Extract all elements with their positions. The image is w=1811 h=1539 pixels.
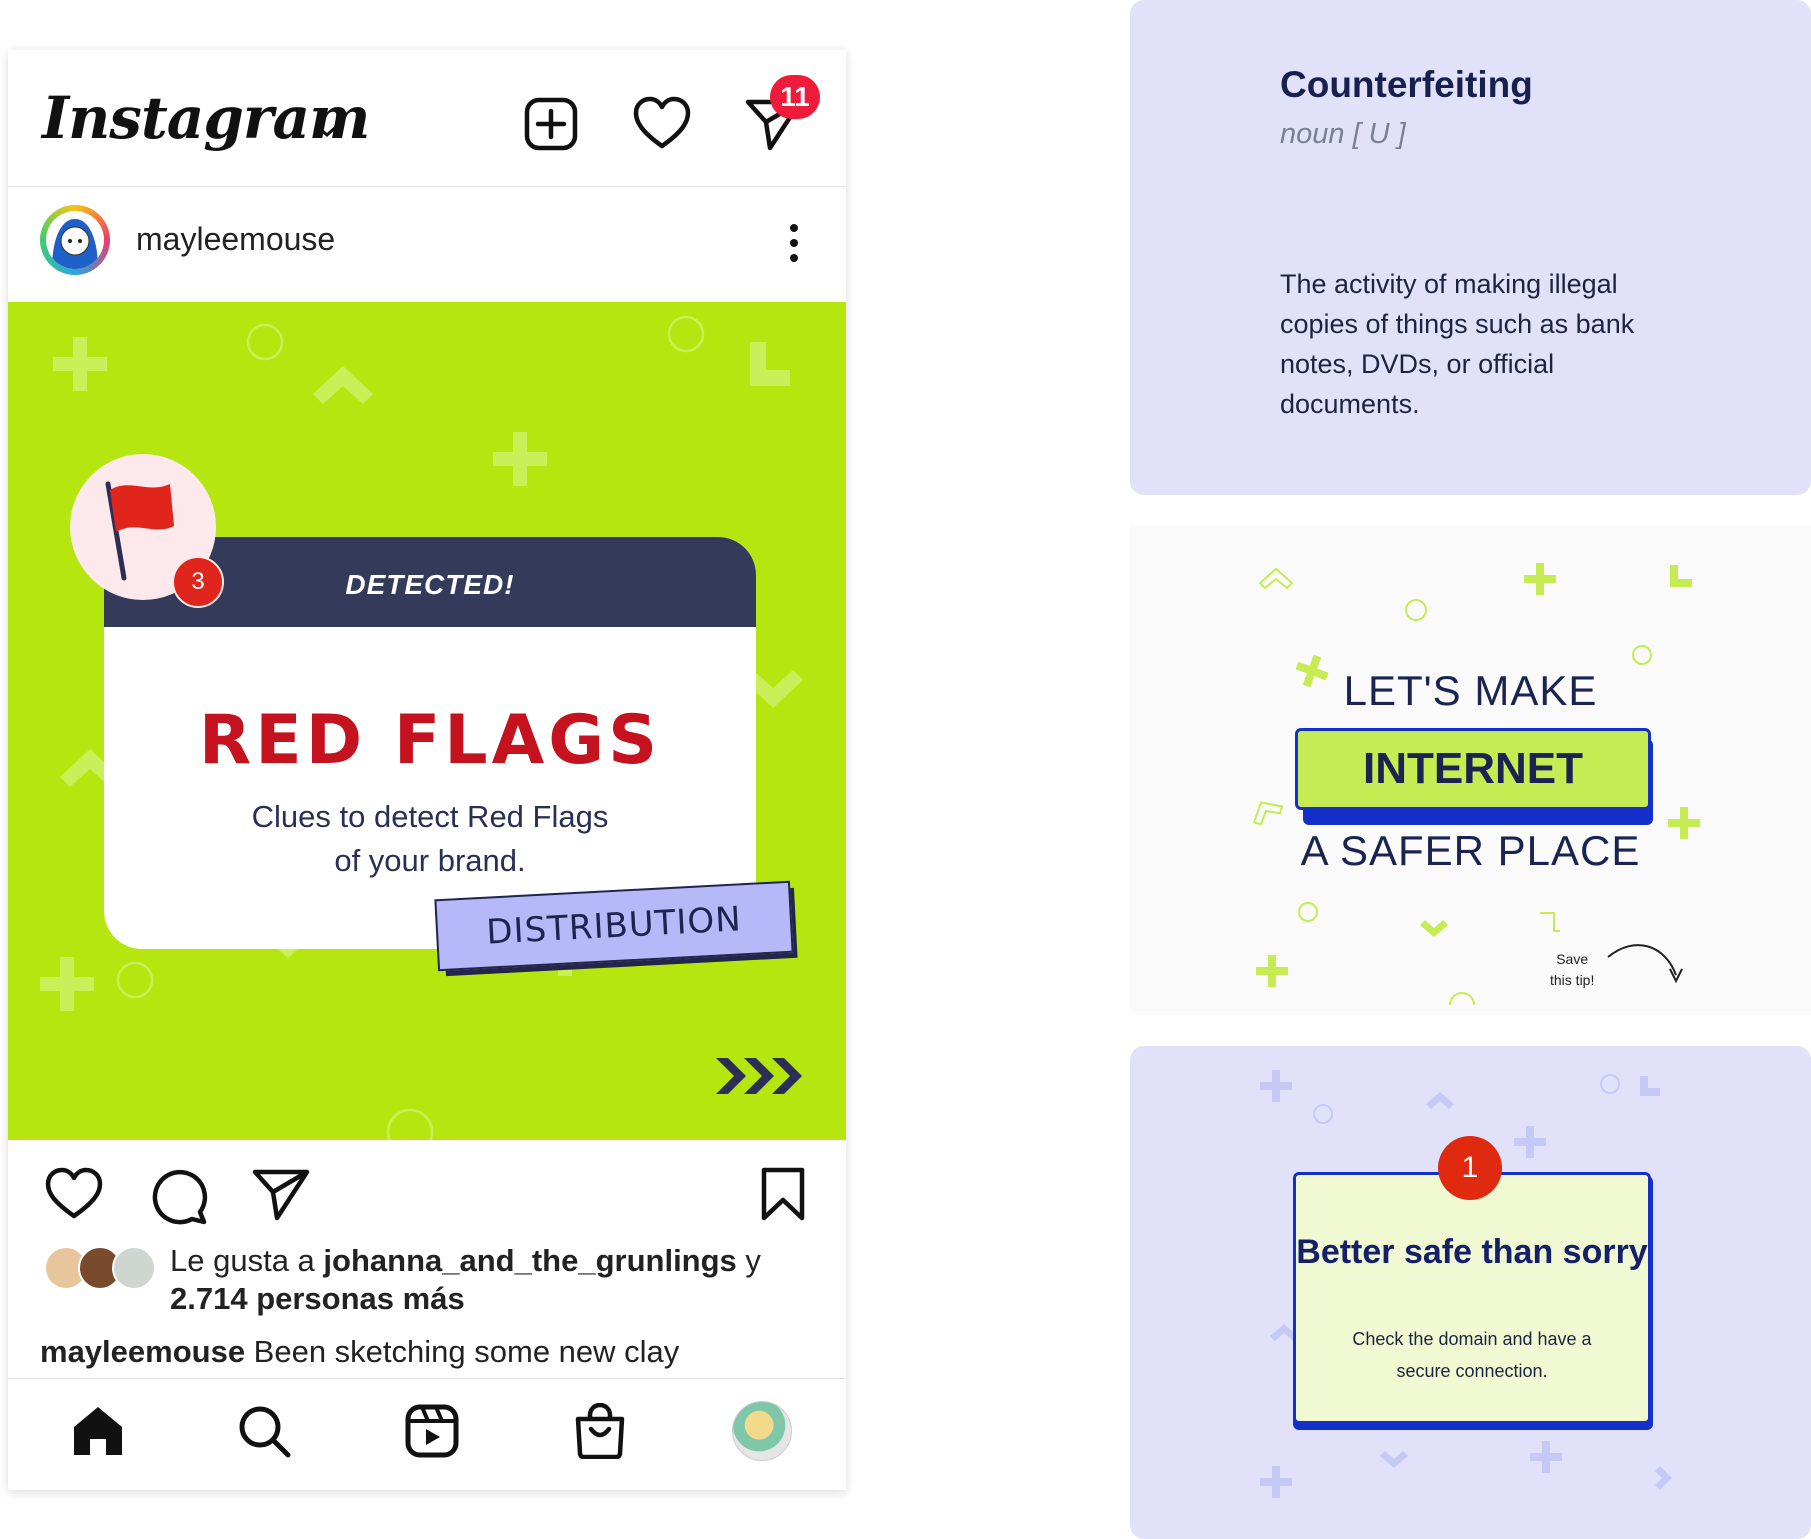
liker-avatar[interactable] bbox=[112, 1246, 156, 1290]
save-tip-note: Save this tip! bbox=[1550, 949, 1594, 991]
avatar[interactable] bbox=[40, 205, 110, 275]
definition-text: The activity of making illegal copies of… bbox=[1280, 269, 1635, 419]
app-header: Instagram 11 bbox=[8, 50, 846, 187]
likes-summary: Le gusta a johanna_and_the_grunlings y 2… bbox=[8, 1240, 846, 1330]
next-arrows-icon bbox=[716, 1058, 802, 1094]
liker-username[interactable]: johanna_and_the_grunlings bbox=[323, 1243, 736, 1278]
instagram-phone-mockup: Instagram 11 mayleemouse 3 DETECTED! RED… bbox=[8, 50, 846, 1490]
post-header: mayleemouse bbox=[8, 187, 846, 301]
heart-icon[interactable] bbox=[632, 94, 692, 154]
card-subtitle-line2: of your brand. bbox=[334, 843, 526, 878]
likes-connector: y bbox=[736, 1243, 761, 1278]
post-username[interactable]: mayleemouse bbox=[136, 221, 335, 258]
reels-icon[interactable] bbox=[404, 1403, 460, 1459]
likes-count[interactable]: 2.714 personas más bbox=[170, 1281, 465, 1316]
post-image[interactable]: 3 DETECTED! RED FLAGS Clues to detect Re… bbox=[8, 302, 846, 1140]
card-subtitle-line1: Clues to detect Red Flags bbox=[251, 799, 609, 834]
tip-text: Check the domain and have a secure conne… bbox=[1352, 1329, 1592, 1381]
search-icon[interactable] bbox=[236, 1403, 292, 1459]
profile-avatar[interactable] bbox=[732, 1401, 792, 1461]
chevron-down-icon[interactable] bbox=[314, 122, 340, 140]
slogan-line3: A SAFER PLACE bbox=[1300, 827, 1641, 874]
definition-card: Counterfeiting noun [ U ] The activity o… bbox=[1130, 0, 1811, 495]
card-title: RED FLAGS bbox=[198, 701, 662, 780]
new-post-icon[interactable] bbox=[521, 94, 581, 154]
comment-icon[interactable] bbox=[148, 1166, 208, 1226]
likes-text: Le gusta a johanna_and_the_grunlings y 2… bbox=[170, 1242, 761, 1318]
definition-word: Counterfeiting bbox=[1280, 64, 1533, 105]
more-options-icon[interactable] bbox=[788, 223, 800, 263]
save-tip-line2: this tip! bbox=[1550, 972, 1595, 988]
slogan-card: LET'S MAKE INTERNET A SAFER PLACE Save t… bbox=[1130, 525, 1811, 1015]
post-actions bbox=[8, 1140, 846, 1250]
avatar-illustration-icon bbox=[52, 219, 98, 269]
bottom-tab-bar bbox=[8, 1378, 846, 1490]
share-icon[interactable] bbox=[251, 1166, 311, 1222]
post-caption: mayleemouse Been sketching some new clay bbox=[40, 1334, 679, 1370]
slogan-highlight: INTERNET bbox=[1295, 728, 1651, 810]
tip-title: Better safe than sorry bbox=[1296, 1233, 1648, 1271]
caption-username[interactable]: mayleemouse bbox=[40, 1334, 245, 1369]
caption-text: Been sketching some new clay bbox=[245, 1334, 680, 1369]
instagram-logo[interactable]: Instagram bbox=[42, 84, 370, 152]
slogan-line1: LET'S MAKE bbox=[1343, 667, 1598, 714]
flag-count-badge: 3 bbox=[172, 556, 224, 608]
tip-card-body: Better safe than sorry Check the domain … bbox=[1293, 1172, 1651, 1424]
tip-card: Better safe than sorry Check the domain … bbox=[1130, 1046, 1811, 1539]
bookmark-icon[interactable] bbox=[760, 1166, 806, 1222]
tip-number-badge: 1 bbox=[1438, 1136, 1502, 1200]
card-subtitle: Clues to detect Red Flags of your brand. bbox=[184, 795, 676, 883]
save-tip-line1: Save bbox=[1556, 951, 1589, 967]
shop-icon[interactable] bbox=[574, 1403, 626, 1459]
part-of-speech: noun [ U ] bbox=[1280, 118, 1406, 150]
home-icon[interactable] bbox=[70, 1403, 126, 1459]
message-count-badge: 11 bbox=[770, 75, 820, 119]
like-icon[interactable] bbox=[44, 1166, 104, 1222]
likes-prefix: Le gusta a bbox=[170, 1243, 324, 1278]
